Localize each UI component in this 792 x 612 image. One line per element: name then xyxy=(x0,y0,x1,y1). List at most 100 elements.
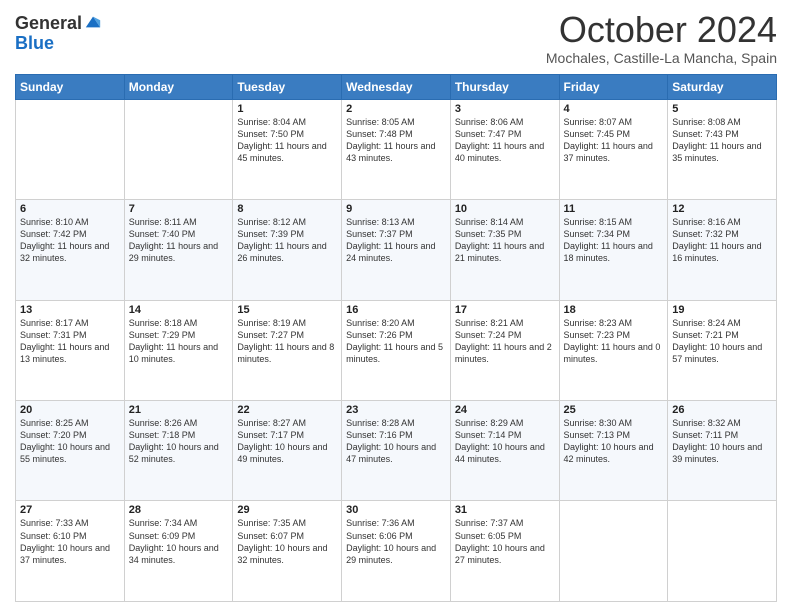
day-number: 14 xyxy=(129,304,229,316)
day-number: 18 xyxy=(564,304,664,316)
calendar-cell xyxy=(559,501,668,602)
cell-details: Sunrise: 7:35 AMSunset: 6:07 PMDaylight:… xyxy=(237,517,337,566)
weekday-header-tuesday: Tuesday xyxy=(233,74,342,99)
calendar-cell: 3Sunrise: 8:06 AMSunset: 7:47 PMDaylight… xyxy=(450,99,559,199)
cell-details: Sunrise: 8:29 AMSunset: 7:14 PMDaylight:… xyxy=(455,417,555,466)
week-row-4: 20Sunrise: 8:25 AMSunset: 7:20 PMDayligh… xyxy=(16,401,777,501)
calendar-cell: 16Sunrise: 8:20 AMSunset: 7:26 PMDayligh… xyxy=(342,300,451,400)
weekday-header-row: SundayMondayTuesdayWednesdayThursdayFrid… xyxy=(16,74,777,99)
cell-details: Sunrise: 8:15 AMSunset: 7:34 PMDaylight:… xyxy=(564,216,664,265)
calendar-cell xyxy=(124,99,233,199)
calendar-cell: 12Sunrise: 8:16 AMSunset: 7:32 PMDayligh… xyxy=(668,200,777,300)
calendar-cell: 7Sunrise: 8:11 AMSunset: 7:40 PMDaylight… xyxy=(124,200,233,300)
calendar-cell: 17Sunrise: 8:21 AMSunset: 7:24 PMDayligh… xyxy=(450,300,559,400)
calendar-cell: 28Sunrise: 7:34 AMSunset: 6:09 PMDayligh… xyxy=(124,501,233,602)
cell-details: Sunrise: 8:07 AMSunset: 7:45 PMDaylight:… xyxy=(564,116,664,165)
cell-details: Sunrise: 8:04 AMSunset: 7:50 PMDaylight:… xyxy=(237,116,337,165)
day-number: 11 xyxy=(564,203,664,215)
cell-details: Sunrise: 8:05 AMSunset: 7:48 PMDaylight:… xyxy=(346,116,446,165)
calendar-cell: 9Sunrise: 8:13 AMSunset: 7:37 PMDaylight… xyxy=(342,200,451,300)
cell-details: Sunrise: 8:27 AMSunset: 7:17 PMDaylight:… xyxy=(237,417,337,466)
day-number: 28 xyxy=(129,504,229,516)
calendar-cell: 25Sunrise: 8:30 AMSunset: 7:13 PMDayligh… xyxy=(559,401,668,501)
calendar-cell: 11Sunrise: 8:15 AMSunset: 7:34 PMDayligh… xyxy=(559,200,668,300)
cell-details: Sunrise: 7:36 AMSunset: 6:06 PMDaylight:… xyxy=(346,517,446,566)
title-block: October 2024 Mochales, Castille-La Manch… xyxy=(546,10,777,66)
calendar-cell: 24Sunrise: 8:29 AMSunset: 7:14 PMDayligh… xyxy=(450,401,559,501)
cell-details: Sunrise: 8:10 AMSunset: 7:42 PMDaylight:… xyxy=(20,216,120,265)
cell-details: Sunrise: 8:08 AMSunset: 7:43 PMDaylight:… xyxy=(672,116,772,165)
day-number: 13 xyxy=(20,304,120,316)
day-number: 2 xyxy=(346,103,446,115)
cell-details: Sunrise: 8:11 AMSunset: 7:40 PMDaylight:… xyxy=(129,216,229,265)
calendar-cell: 6Sunrise: 8:10 AMSunset: 7:42 PMDaylight… xyxy=(16,200,125,300)
logo-text-general: General xyxy=(15,14,82,34)
calendar-cell: 31Sunrise: 7:37 AMSunset: 6:05 PMDayligh… xyxy=(450,501,559,602)
weekday-header-wednesday: Wednesday xyxy=(342,74,451,99)
cell-details: Sunrise: 8:20 AMSunset: 7:26 PMDaylight:… xyxy=(346,317,446,366)
calendar-cell: 26Sunrise: 8:32 AMSunset: 7:11 PMDayligh… xyxy=(668,401,777,501)
logo: General Blue xyxy=(15,14,102,54)
weekday-header-monday: Monday xyxy=(124,74,233,99)
cell-details: Sunrise: 8:30 AMSunset: 7:13 PMDaylight:… xyxy=(564,417,664,466)
calendar-cell: 22Sunrise: 8:27 AMSunset: 7:17 PMDayligh… xyxy=(233,401,342,501)
cell-details: Sunrise: 8:13 AMSunset: 7:37 PMDaylight:… xyxy=(346,216,446,265)
logo-icon xyxy=(84,13,102,31)
calendar-cell: 4Sunrise: 8:07 AMSunset: 7:45 PMDaylight… xyxy=(559,99,668,199)
cell-details: Sunrise: 8:19 AMSunset: 7:27 PMDaylight:… xyxy=(237,317,337,366)
calendar-cell: 23Sunrise: 8:28 AMSunset: 7:16 PMDayligh… xyxy=(342,401,451,501)
cell-details: Sunrise: 8:12 AMSunset: 7:39 PMDaylight:… xyxy=(237,216,337,265)
logo-text-blue: Blue xyxy=(15,34,102,54)
calendar-cell: 10Sunrise: 8:14 AMSunset: 7:35 PMDayligh… xyxy=(450,200,559,300)
day-number: 6 xyxy=(20,203,120,215)
cell-details: Sunrise: 8:14 AMSunset: 7:35 PMDaylight:… xyxy=(455,216,555,265)
calendar-cell xyxy=(16,99,125,199)
header: General Blue October 2024 Mochales, Cast… xyxy=(15,10,777,66)
day-number: 29 xyxy=(237,504,337,516)
calendar-cell: 19Sunrise: 8:24 AMSunset: 7:21 PMDayligh… xyxy=(668,300,777,400)
day-number: 5 xyxy=(672,103,772,115)
calendar-cell: 29Sunrise: 7:35 AMSunset: 6:07 PMDayligh… xyxy=(233,501,342,602)
calendar-cell: 15Sunrise: 8:19 AMSunset: 7:27 PMDayligh… xyxy=(233,300,342,400)
day-number: 26 xyxy=(672,404,772,416)
day-number: 19 xyxy=(672,304,772,316)
calendar-cell: 5Sunrise: 8:08 AMSunset: 7:43 PMDaylight… xyxy=(668,99,777,199)
cell-details: Sunrise: 8:24 AMSunset: 7:21 PMDaylight:… xyxy=(672,317,772,366)
calendar-cell: 14Sunrise: 8:18 AMSunset: 7:29 PMDayligh… xyxy=(124,300,233,400)
weekday-header-friday: Friday xyxy=(559,74,668,99)
day-number: 22 xyxy=(237,404,337,416)
week-row-2: 6Sunrise: 8:10 AMSunset: 7:42 PMDaylight… xyxy=(16,200,777,300)
calendar-cell: 13Sunrise: 8:17 AMSunset: 7:31 PMDayligh… xyxy=(16,300,125,400)
calendar-cell: 18Sunrise: 8:23 AMSunset: 7:23 PMDayligh… xyxy=(559,300,668,400)
calendar-cell: 2Sunrise: 8:05 AMSunset: 7:48 PMDaylight… xyxy=(342,99,451,199)
cell-details: Sunrise: 8:17 AMSunset: 7:31 PMDaylight:… xyxy=(20,317,120,366)
cell-details: Sunrise: 7:33 AMSunset: 6:10 PMDaylight:… xyxy=(20,517,120,566)
day-number: 3 xyxy=(455,103,555,115)
cell-details: Sunrise: 8:18 AMSunset: 7:29 PMDaylight:… xyxy=(129,317,229,366)
day-number: 31 xyxy=(455,504,555,516)
week-row-1: 1Sunrise: 8:04 AMSunset: 7:50 PMDaylight… xyxy=(16,99,777,199)
calendar-page: General Blue October 2024 Mochales, Cast… xyxy=(0,0,792,612)
cell-details: Sunrise: 7:34 AMSunset: 6:09 PMDaylight:… xyxy=(129,517,229,566)
day-number: 17 xyxy=(455,304,555,316)
calendar-cell: 8Sunrise: 8:12 AMSunset: 7:39 PMDaylight… xyxy=(233,200,342,300)
day-number: 4 xyxy=(564,103,664,115)
day-number: 9 xyxy=(346,203,446,215)
day-number: 20 xyxy=(20,404,120,416)
weekday-header-saturday: Saturday xyxy=(668,74,777,99)
cell-details: Sunrise: 8:32 AMSunset: 7:11 PMDaylight:… xyxy=(672,417,772,466)
day-number: 25 xyxy=(564,404,664,416)
calendar-table: SundayMondayTuesdayWednesdayThursdayFrid… xyxy=(15,74,777,602)
calendar-cell: 20Sunrise: 8:25 AMSunset: 7:20 PMDayligh… xyxy=(16,401,125,501)
day-number: 24 xyxy=(455,404,555,416)
day-number: 7 xyxy=(129,203,229,215)
cell-details: Sunrise: 7:37 AMSunset: 6:05 PMDaylight:… xyxy=(455,517,555,566)
day-number: 27 xyxy=(20,504,120,516)
day-number: 10 xyxy=(455,203,555,215)
day-number: 30 xyxy=(346,504,446,516)
cell-details: Sunrise: 8:25 AMSunset: 7:20 PMDaylight:… xyxy=(20,417,120,466)
day-number: 15 xyxy=(237,304,337,316)
cell-details: Sunrise: 8:06 AMSunset: 7:47 PMDaylight:… xyxy=(455,116,555,165)
calendar-cell: 27Sunrise: 7:33 AMSunset: 6:10 PMDayligh… xyxy=(16,501,125,602)
weekday-header-sunday: Sunday xyxy=(16,74,125,99)
